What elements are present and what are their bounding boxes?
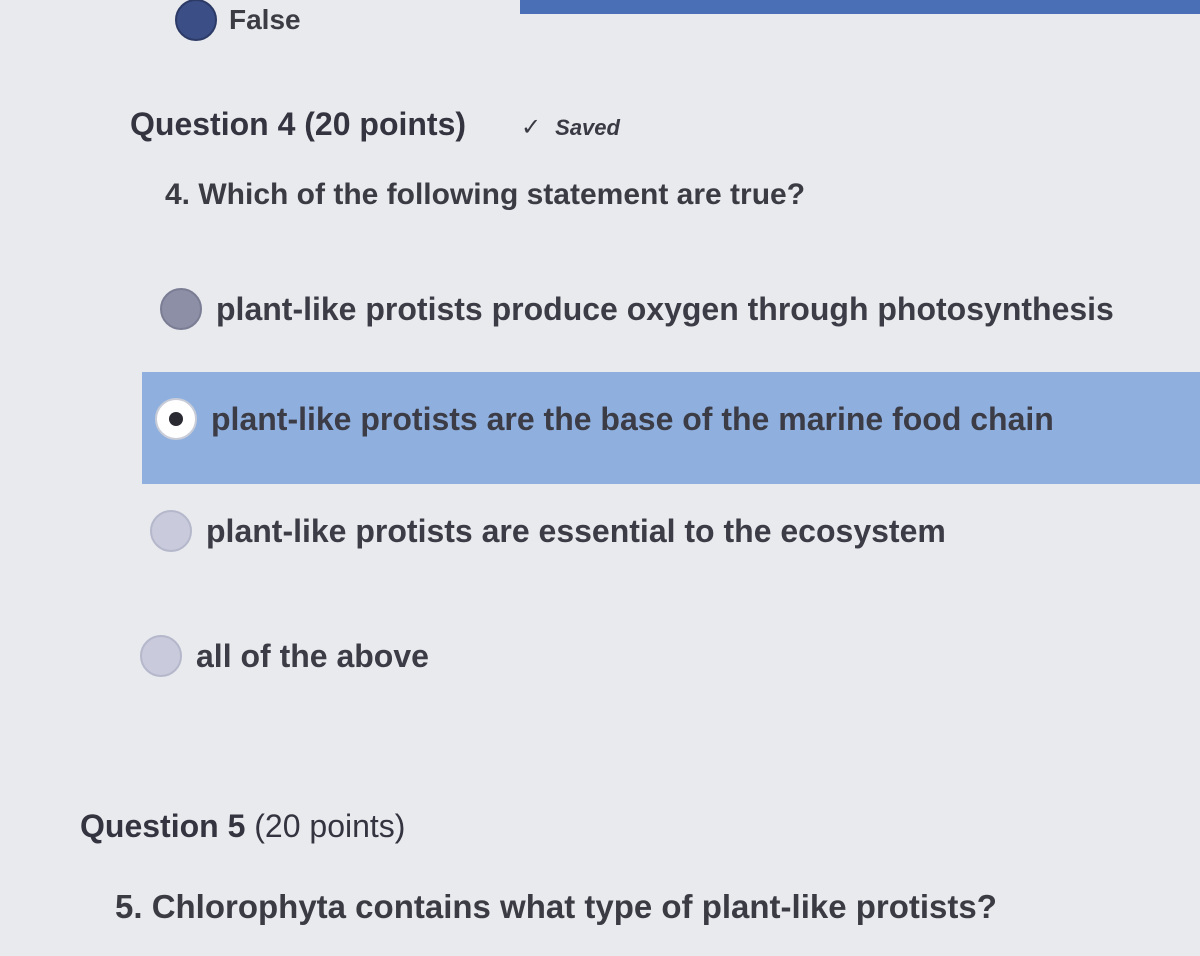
option-4-label: all of the above [196,637,429,674]
question-4-option-2[interactable]: plant-like protists are the base of the … [155,398,1054,440]
question-4-title: Question 4 (20 points) [130,106,466,143]
question-4-option-1[interactable]: plant-like protists produce oxygen throu… [160,288,1114,330]
option-4-radio[interactable] [140,635,182,677]
q3-false-label: False [229,4,301,35]
q3-option-false[interactable]: False [175,0,301,41]
saved-status: ✓ Saved [521,113,620,142]
option-2-label: plant-like protists are the base of the … [211,400,1054,437]
option-3-label: plant-like protists are essential to the… [206,512,946,549]
question-5-text: 5. Chlorophyta contains what type of pla… [115,888,997,925]
question-4-header: Question 4 (20 points) ✓ Saved [130,106,620,143]
question-4-option-4[interactable]: all of the above [140,635,429,677]
saved-label: Saved [555,114,620,140]
question-5-points: (20 points) [254,808,406,844]
radio-selected-dot [169,412,183,426]
option-1-radio[interactable] [160,288,202,330]
check-icon: ✓ [521,114,542,141]
question-4-points: (20 points) [304,106,467,142]
question-5-title: Question 5 (20 points) [80,808,405,845]
q3-false-radio[interactable] [175,0,217,41]
top-accent-bar [520,0,1200,14]
option-1-label: plant-like protists produce oxygen throu… [216,290,1114,327]
option-2-radio[interactable] [155,398,197,440]
option-3-radio[interactable] [150,510,192,552]
question-5-title-text: Question 5 [80,808,246,844]
question-5-header: Question 5 (20 points) [80,808,405,845]
question-4-option-3[interactable]: plant-like protists are essential to the… [150,510,946,552]
question-4-text: 4. Which of the following statement are … [165,178,806,211]
question-4-title-text: Question 4 [130,106,296,142]
